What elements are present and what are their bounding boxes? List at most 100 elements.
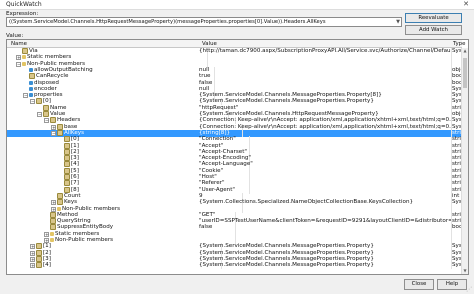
row-name: [1]	[43, 243, 51, 250]
row-name: [4]	[43, 262, 51, 269]
row-name: Count	[64, 192, 81, 199]
property-icon	[50, 117, 56, 124]
column-header-type[interactable]: Type	[453, 41, 465, 47]
row-name: Static members	[27, 54, 72, 61]
close-button[interactable]: Close	[404, 279, 434, 290]
row-name-cell: + [4]	[7, 262, 222, 270]
row-name: Non-Public members	[27, 60, 86, 67]
add-watch-button[interactable]: Add Watch	[405, 25, 462, 35]
property-icon	[29, 73, 35, 80]
column-header-value[interactable]: Value	[202, 41, 217, 47]
reevaluate-button[interactable]: Reevaluate	[405, 13, 462, 23]
expand-icon[interactable]: +	[51, 124, 56, 131]
property-icon	[64, 148, 70, 155]
expression-text: ((System.ServiceModel.Channels.HttpReque…	[9, 19, 326, 25]
property-icon	[64, 155, 70, 162]
row-value[interactable]: {System.ServiceModel.Channels.MessagePro…	[199, 262, 452, 270]
property-icon	[57, 129, 63, 136]
members-folder-icon	[50, 238, 54, 242]
row-name: [2]	[71, 148, 79, 155]
members-folder-icon	[50, 231, 54, 236]
tree-row[interactable]: + [4] {System.ServiceModel.Channels.Messag…	[7, 262, 462, 270]
collapse-icon[interactable]: −	[44, 118, 49, 124]
expand-icon[interactable]: +	[30, 244, 35, 250]
property-icon	[43, 104, 49, 111]
row-name: [4]	[71, 161, 79, 168]
row-name: allowOutputBatching	[34, 66, 93, 73]
members-folder-icon	[57, 206, 61, 211]
grid-header: Name Value Type	[7, 40, 465, 48]
row-name: SuppressEntityBody	[57, 224, 114, 231]
row-name: [6]	[71, 174, 79, 180]
scrollbar-thumb[interactable]	[463, 58, 467, 88]
row-name: Non-Public members	[62, 205, 121, 212]
row-name: base	[64, 123, 78, 130]
expand-icon[interactable]: +	[51, 206, 56, 213]
property-icon	[64, 136, 70, 143]
collapse-icon[interactable]: −	[23, 93, 28, 99]
property-icon	[64, 167, 70, 174]
property-icon	[64, 161, 70, 168]
property-icon	[57, 192, 63, 199]
expand-icon[interactable]: +	[30, 263, 35, 269]
expand-icon[interactable]: +	[30, 256, 35, 263]
row-name: Via	[29, 48, 38, 54]
field-icon	[29, 93, 33, 98]
row-name: properties	[34, 92, 63, 99]
collapse-icon[interactable]: −	[16, 61, 21, 68]
row-name: Static members	[55, 230, 100, 237]
resize-grip-icon[interactable]: ⋰	[466, 286, 472, 293]
expand-icon[interactable]: +	[51, 200, 56, 206]
expression-input[interactable]: ((System.ServiceModel.Channels.HttpReque…	[6, 17, 402, 27]
row-name: [7]	[71, 180, 79, 187]
expand-icon[interactable]: +	[44, 238, 49, 244]
expand-icon[interactable]: +	[16, 55, 21, 61]
expand-icon[interactable]: +	[44, 231, 49, 238]
members-folder-icon	[22, 61, 26, 66]
watch-grid: Name Value Type Via {http://taman.dc7900.…	[6, 39, 469, 275]
property-icon	[57, 199, 63, 206]
row-name: CanRecycle	[36, 73, 69, 80]
row-name: Value	[50, 111, 66, 117]
property-icon	[64, 180, 70, 187]
row-name: [8]	[71, 186, 79, 193]
vertical-scrollbar[interactable]: ▲ ▼	[461, 48, 468, 274]
column-header-name[interactable]: Name	[11, 41, 27, 47]
row-name: [1]	[71, 142, 79, 149]
scroll-up-arrow-icon[interactable]: ▲	[462, 48, 468, 54]
title-bar: QuickWatch ✕	[0, 0, 474, 10]
row-name: Non-Public members	[55, 237, 114, 243]
property-icon	[36, 262, 42, 269]
chevron-down-icon[interactable]: ▼	[396, 18, 400, 26]
row-name: [0]	[43, 98, 51, 105]
property-icon	[50, 211, 56, 218]
row-name: disposed	[34, 79, 59, 86]
row-name: Name	[50, 104, 67, 111]
expand-icon[interactable]: +	[30, 250, 35, 257]
row-name: encoder	[34, 85, 57, 92]
property-icon	[36, 255, 42, 262]
property-icon	[22, 48, 28, 54]
property-icon	[64, 174, 70, 180]
property-icon	[36, 98, 42, 105]
row-name: [3]	[71, 155, 79, 162]
collapse-icon[interactable]: −	[51, 130, 56, 137]
property-icon	[36, 249, 42, 256]
property-icon	[57, 123, 63, 130]
members-folder-icon	[22, 55, 26, 60]
row-name: QueryString	[57, 218, 91, 225]
row-name: Method	[57, 211, 78, 218]
scroll-down-arrow-icon[interactable]: ▼	[462, 268, 468, 274]
property-icon	[50, 218, 56, 225]
property-icon	[43, 111, 49, 117]
property-icon	[36, 243, 42, 250]
collapse-icon[interactable]: −	[30, 99, 35, 105]
window-title: QuickWatch	[6, 1, 42, 8]
collapse-icon[interactable]: −	[37, 112, 42, 118]
row-name: [2]	[43, 249, 51, 256]
close-icon[interactable]: ✕	[463, 0, 469, 8]
row-name: [0]	[71, 136, 79, 143]
property-icon	[64, 142, 70, 149]
property-icon	[50, 224, 56, 231]
help-button[interactable]: Help	[437, 279, 467, 290]
